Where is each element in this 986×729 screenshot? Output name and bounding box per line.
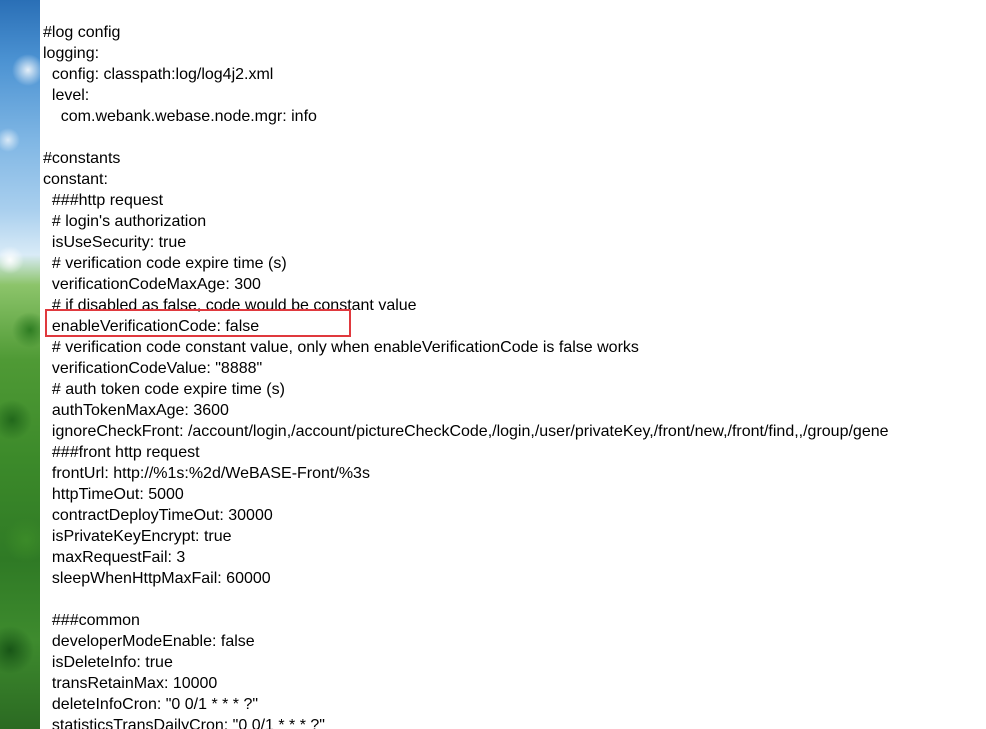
code-line: ###common <box>43 612 140 629</box>
code-line: constant: <box>43 171 108 188</box>
code-line: # login's authorization <box>43 213 207 230</box>
code-line: isPrivateKeyEncrypt: true <box>43 528 232 545</box>
code-line: verificationCodeMaxAge: 300 <box>43 276 261 293</box>
code-line: logging: <box>43 45 100 62</box>
code-line: ###front http request <box>43 444 200 461</box>
code-line: com.webank.webase.node.mgr: info <box>43 108 317 125</box>
code-line: #constants <box>43 150 121 167</box>
code-line: ignoreCheckFront: /account/login,/accoun… <box>43 423 889 440</box>
code-line: # if disabled as false, code would be co… <box>43 297 417 314</box>
code-line: sleepWhenHttpMaxFail: 60000 <box>43 570 271 587</box>
code-line: #log config <box>43 24 121 41</box>
code-line: httpTimeOut: 5000 <box>43 486 184 503</box>
code-line: deleteInfoCron: "0 0/1 * * * ?" <box>43 696 259 713</box>
code-line: frontUrl: http://%1s:%2d/WeBASE-Front/%3… <box>43 465 370 482</box>
code-line: level: <box>43 87 90 104</box>
code-line: authTokenMaxAge: 3600 <box>43 402 229 419</box>
code-line: contractDeployTimeOut: 30000 <box>43 507 273 524</box>
desktop-wallpaper-strip <box>0 0 40 729</box>
code-line: ###http request <box>43 192 164 209</box>
code-line: # auth token code expire time (s) <box>43 381 285 398</box>
code-line: isDeleteInfo: true <box>43 654 173 671</box>
code-line: # verification code constant value, only… <box>43 339 639 356</box>
code-line: config: classpath:log/log4j2.xml <box>43 66 274 83</box>
code-line: # verification code expire time (s) <box>43 255 287 272</box>
text-editor-pane[interactable]: #log config logging: config: classpath:l… <box>40 0 986 729</box>
code-line: isUseSecurity: true <box>43 234 187 251</box>
code-line: statisticsTransDailyCron: "0 0/1 * * * ?… <box>43 717 325 729</box>
config-code-block: #log config logging: config: classpath:l… <box>43 22 889 729</box>
code-line: developerModeEnable: false <box>43 633 255 650</box>
code-line: maxRequestFail: 3 <box>43 549 186 566</box>
code-line: transRetainMax: 10000 <box>43 675 218 692</box>
code-line: verificationCodeValue: "8888" <box>43 360 263 377</box>
code-line-highlighted: enableVerificationCode: false <box>43 318 260 335</box>
